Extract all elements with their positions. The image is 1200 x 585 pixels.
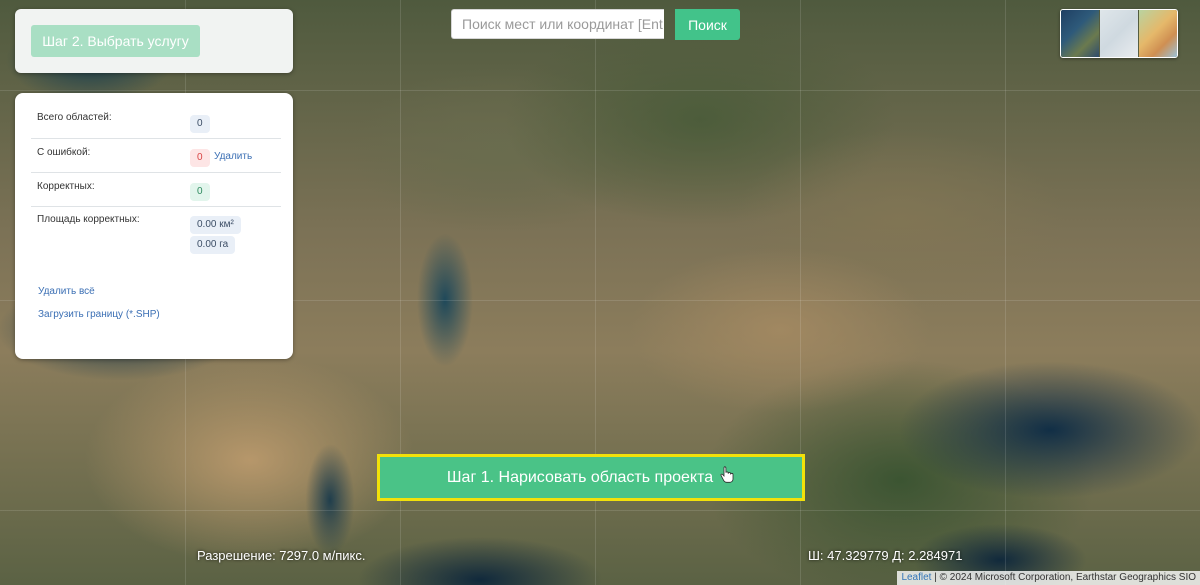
street-layer-thumb[interactable] <box>1100 10 1138 57</box>
divider <box>31 138 281 139</box>
attribution-text: | © 2024 Microsoft Corporation, Earthsta… <box>934 572 1196 583</box>
tile-seam <box>0 510 1200 511</box>
terrain-layer-thumb[interactable] <box>1139 10 1177 57</box>
tile-seam <box>0 90 1200 91</box>
search-bar: Поиск <box>451 9 741 41</box>
error-label: С ошибкой: <box>37 147 91 158</box>
leaflet-link[interactable]: Leaflet <box>901 572 931 583</box>
error-count-badge: 0 <box>190 149 210 167</box>
area-label: Площадь корректных: <box>37 214 140 225</box>
step1-draw-area-button[interactable]: Шаг 1. Нарисовать область проекта <box>377 454 805 501</box>
search-input[interactable] <box>451 9 664 39</box>
search-button[interactable]: Поиск <box>675 9 740 40</box>
area-km2-badge: 0.00 км² <box>190 216 241 234</box>
map-attribution: Leaflet | © 2024 Microsoft Corporation, … <box>897 571 1200 585</box>
divider <box>31 172 281 173</box>
delete-all-link[interactable]: Удалить всё <box>38 286 95 297</box>
pointer-hand-icon <box>719 466 735 489</box>
step2-select-service-button[interactable]: Шаг 2. Выбрать услугу <box>31 25 200 57</box>
upload-shp-link[interactable]: Загрузить границу (*.SHP) <box>38 309 160 320</box>
coordinates-readout: Ш: 47.329779 Д: 2.284971 <box>808 548 963 563</box>
divider <box>31 206 281 207</box>
basemap-layer-switcher[interactable] <box>1060 9 1178 58</box>
step2-card: Шаг 2. Выбрать услугу <box>15 9 293 73</box>
correct-count-badge: 0 <box>190 183 210 201</box>
step1-label: Шаг 1. Нарисовать область проекта <box>446 468 714 486</box>
total-count-badge: 0 <box>190 115 210 133</box>
resolution-readout: Разрешение: 7297.0 м/пикс. <box>197 548 366 563</box>
tile-seam <box>1005 0 1006 585</box>
satellite-layer-thumb[interactable] <box>1061 10 1099 57</box>
total-label: Всего областей: <box>37 112 112 123</box>
area-stats-panel: Всего областей: 0 С ошибкой: 0 Удалить К… <box>15 93 293 359</box>
area-ha-badge: 0.00 га <box>190 236 236 254</box>
delete-errors-link[interactable]: Удалить <box>214 151 252 162</box>
correct-label: Корректных: <box>37 181 95 192</box>
